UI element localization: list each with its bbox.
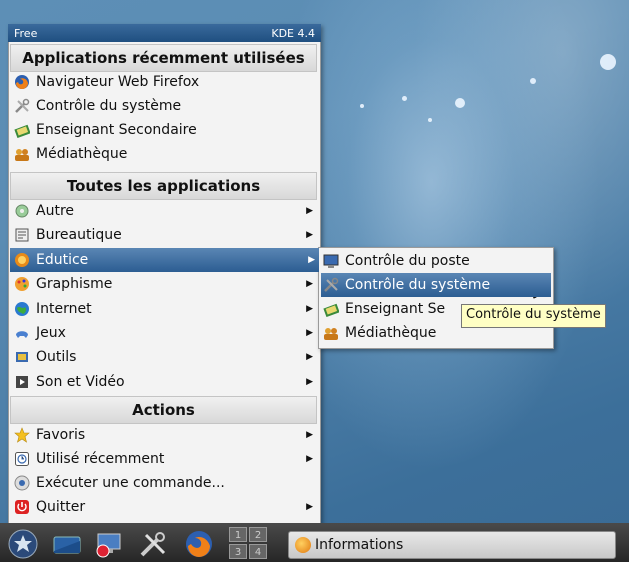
- submenu-arrow-icon: ▶: [308, 254, 315, 265]
- library-icon: [14, 146, 30, 162]
- section-actions: Actions: [10, 396, 317, 424]
- category-jeux[interactable]: Jeux ▶: [12, 321, 317, 345]
- submenu-arrow-icon: ▶: [306, 206, 313, 216]
- internet-icon: [14, 301, 30, 317]
- category-graphisme[interactable]: Graphisme ▶: [12, 272, 317, 296]
- submenu-arrow-icon: ▶: [306, 502, 313, 512]
- menu-item-label: Contrôle du système: [36, 98, 182, 114]
- wallpaper-dot: [428, 118, 432, 122]
- firefox-icon: [14, 74, 30, 90]
- category-son-et-video[interactable]: Son et Vidéo ▶: [12, 370, 317, 394]
- submenu-item-controle-du-systeme[interactable]: Contrôle du système: [321, 273, 551, 297]
- run-icon: [14, 475, 30, 491]
- desktop-2[interactable]: 2: [249, 527, 267, 542]
- quit-icon: [14, 499, 30, 515]
- submenu-arrow-icon: ▶: [306, 430, 313, 440]
- recent-item-navigateur-web-firefox[interactable]: Navigateur Web Firefox: [12, 70, 317, 94]
- desktop-1[interactable]: 1: [229, 527, 247, 542]
- menu-item-label: Médiathèque: [345, 325, 437, 341]
- system-monitor-icon[interactable]: [94, 529, 124, 559]
- submenu-arrow-icon: ▶: [306, 352, 313, 363]
- submenu-arrow-icon: ▶: [306, 454, 313, 464]
- menu-header-brand: Free: [14, 26, 38, 40]
- menu-header-version: KDE 4.4: [271, 26, 315, 40]
- menu-item-label: Contrôle du système: [345, 277, 491, 293]
- menu-item-label: Edutice: [36, 251, 89, 268]
- menu-item-label: Outils: [36, 349, 77, 366]
- multimedia-icon: [14, 374, 30, 390]
- action-utilise-recemment[interactable]: Utilisé récemment ▶: [12, 447, 317, 471]
- submenu-item-enseignant-se[interactable]: Enseignant Se: [321, 297, 551, 321]
- menu-item-label: Graphisme: [36, 276, 113, 293]
- recent-item-mediatheque[interactable]: Médiathèque: [12, 142, 317, 166]
- section-recent-apps: Applications récemment utilisées: [10, 44, 317, 72]
- desktop-4[interactable]: 4: [249, 544, 267, 559]
- category-bureautique[interactable]: Bureautique ▶: [12, 223, 317, 247]
- menu-item-label: Bureautique: [36, 227, 122, 244]
- recent-item-controle-du-systeme[interactable]: Contrôle du système: [12, 94, 317, 118]
- task-label: Informations: [315, 537, 404, 553]
- show-desktop-icon[interactable]: [52, 529, 82, 559]
- menu-item-label: Navigateur Web Firefox: [36, 74, 200, 90]
- games-icon: [14, 325, 30, 341]
- library-icon: [323, 325, 339, 341]
- category-internet[interactable]: Internet ▶: [12, 297, 317, 321]
- submenu-item-controle-du-poste[interactable]: Contrôle du poste: [321, 249, 551, 273]
- category-edutice[interactable]: Edutice ▶: [10, 247, 319, 272]
- menu-item-label: Internet: [36, 300, 92, 317]
- edutice-icon: [14, 252, 30, 268]
- section-all-apps: Toutes les applications: [10, 172, 317, 200]
- graphics-icon: [14, 276, 30, 292]
- other-icon: [14, 203, 30, 219]
- menu-item-label: Enseignant Secondaire: [36, 122, 197, 138]
- menu-item-label: Favoris: [36, 427, 86, 443]
- submenu-item-mediatheque[interactable]: Médiathèque: [321, 321, 551, 345]
- kde-menu-icon[interactable]: [8, 529, 38, 559]
- tools-icon: [323, 277, 339, 293]
- teacher-icon: [323, 301, 340, 318]
- menu-item-label: Autre: [36, 203, 75, 219]
- star-icon: [14, 427, 30, 443]
- office-icon: [14, 227, 30, 243]
- submenu-arrow-icon: ▶: [306, 279, 313, 290]
- category-outils[interactable]: Outils ▶: [12, 345, 317, 369]
- submenu-arrow-icon: ▶: [306, 230, 313, 241]
- wallpaper-dot: [455, 98, 465, 108]
- menu-item-label: Utilisé récemment: [36, 451, 165, 467]
- monitor-icon: [323, 253, 339, 269]
- firefox-icon[interactable]: [184, 529, 214, 559]
- wallpaper-dot: [530, 78, 536, 84]
- menu-item-label: Quitter: [36, 499, 86, 515]
- task-informations[interactable]: Informations: [288, 531, 616, 559]
- category-autre[interactable]: Autre ▶: [12, 199, 317, 223]
- wallpaper-dot: [402, 96, 407, 101]
- recent-icon: [14, 451, 30, 467]
- teacher-icon: [14, 122, 31, 139]
- menu-item-label: Exécuter une commande...: [36, 475, 225, 491]
- menu-item-label: Enseignant Se: [345, 301, 446, 317]
- submenu-arrow-icon: ▶: [306, 376, 313, 387]
- recent-item-enseignant-secondaire[interactable]: Enseignant Secondaire: [12, 118, 317, 142]
- submenu-arrow-icon: ▶: [306, 303, 313, 314]
- wallpaper-dot: [360, 104, 364, 108]
- menu-header: Free KDE 4.4: [8, 24, 321, 42]
- menu-item-label: Jeux: [36, 325, 66, 341]
- action-favoris[interactable]: Favoris ▶: [12, 423, 317, 447]
- submenu-arrow-icon: ▶: [306, 328, 313, 338]
- menu-item-label: Médiathèque: [36, 146, 128, 162]
- tools-icon: [14, 98, 30, 114]
- desktop-3[interactable]: 3: [229, 544, 247, 559]
- wallpaper-dot: [600, 54, 616, 70]
- system-tools-icon[interactable]: [138, 529, 168, 559]
- menu-item-label: Contrôle du poste: [345, 253, 470, 269]
- action-executer-une-commande[interactable]: Exécuter une commande...: [12, 471, 317, 495]
- tools-folder-icon: [14, 349, 30, 365]
- menu-item-label: Son et Vidéo: [36, 373, 125, 390]
- edutice-icon: [295, 537, 311, 553]
- action-quitter[interactable]: Quitter ▶: [12, 495, 317, 519]
